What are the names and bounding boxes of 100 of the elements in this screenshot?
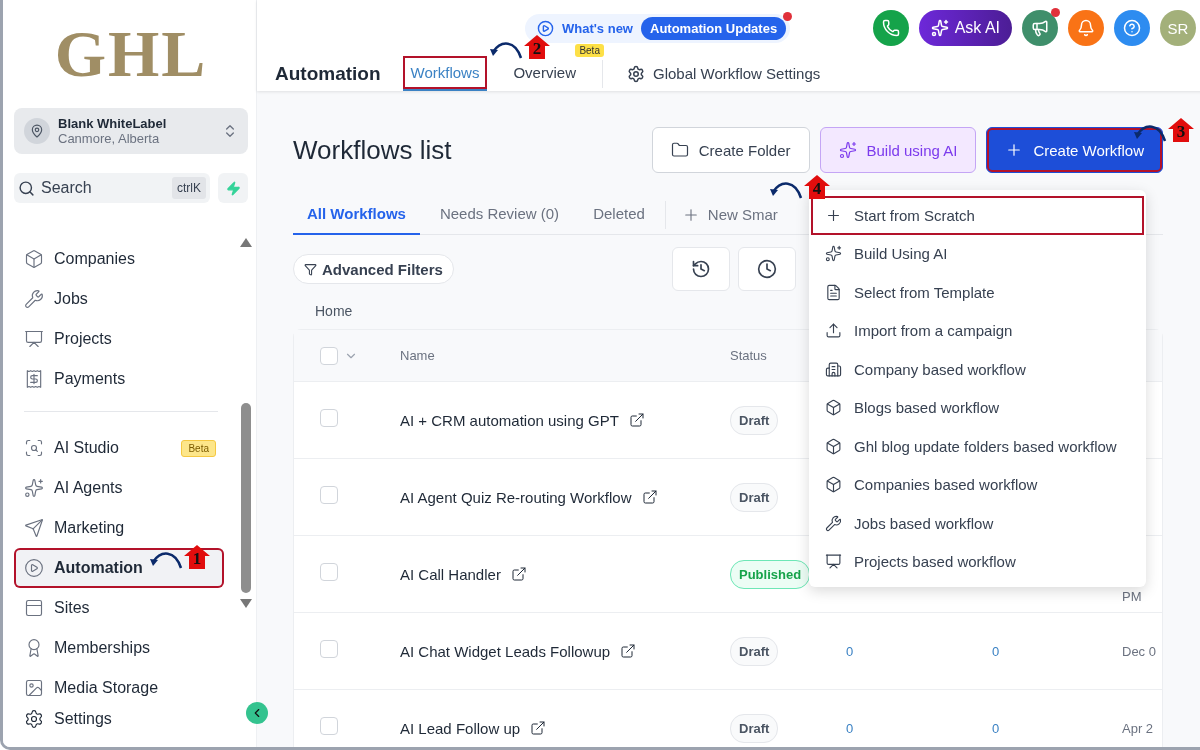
nav-icon bbox=[24, 558, 44, 578]
column-header: Status bbox=[730, 348, 768, 363]
nav-icon bbox=[24, 369, 44, 389]
filter-tab[interactable]: All Workflows bbox=[293, 194, 420, 235]
nav-item[interactable]: Projects bbox=[14, 319, 224, 359]
menu-icon bbox=[825, 283, 842, 301]
history-button[interactable] bbox=[671, 247, 730, 291]
header-icon-button[interactable] bbox=[1068, 10, 1104, 46]
workflow-name[interactable]: AI Agent Quiz Re-routing Workflow bbox=[400, 488, 632, 506]
menu-icon bbox=[825, 399, 842, 417]
action-button[interactable]: Create Folder bbox=[651, 127, 810, 173]
select-all-checkbox[interactable] bbox=[320, 346, 338, 365]
filter-tab[interactable]: Needs Review (0) bbox=[425, 194, 574, 235]
row-checkbox[interactable] bbox=[320, 640, 338, 658]
external-link-icon[interactable] bbox=[620, 643, 637, 659]
menu-icon bbox=[825, 360, 842, 378]
status-tag: Draft bbox=[730, 637, 779, 666]
nav-icon bbox=[24, 518, 44, 538]
header-icon-button[interactable] bbox=[1022, 10, 1058, 46]
lightning-icon bbox=[225, 180, 241, 196]
nav-icon bbox=[24, 289, 44, 309]
breadcrumb: Home bbox=[315, 303, 354, 319]
menu-item[interactable]: Blogs based workflow bbox=[811, 388, 1144, 427]
help-icon bbox=[1123, 19, 1141, 37]
search-field[interactable]: Search ctrlK bbox=[14, 173, 210, 203]
table-cell: 0 bbox=[846, 644, 854, 659]
action-button[interactable]: Create Workflow bbox=[986, 127, 1163, 173]
menu-item[interactable]: Import from a campaign bbox=[811, 311, 1144, 350]
workflow-name[interactable]: AI Lead Follow up bbox=[400, 719, 521, 737]
workflow-name[interactable]: AI Chat Widget Leads Followup bbox=[400, 642, 611, 660]
nav-icon bbox=[24, 438, 44, 458]
nav-item[interactable]: Companies bbox=[14, 239, 224, 279]
scrollbar-thumb[interactable] bbox=[241, 403, 251, 593]
bell-icon bbox=[1077, 19, 1095, 37]
search-placeholder: Search bbox=[41, 179, 92, 197]
workflow-name[interactable]: AI + CRM automation using GPT bbox=[400, 411, 619, 429]
page-title: Workflows list bbox=[293, 134, 453, 166]
location-icon bbox=[24, 118, 50, 144]
nav-item[interactable]: AI Agents bbox=[14, 468, 224, 508]
nav-item[interactable]: Jobs bbox=[14, 279, 224, 319]
menu-item[interactable]: Select from Template bbox=[811, 273, 1144, 312]
menu-icon bbox=[825, 514, 842, 532]
nav-item[interactable]: Media Storage bbox=[14, 668, 224, 708]
scroll-up-arrow[interactable] bbox=[240, 238, 252, 247]
menu-item[interactable]: Jobs based workflow bbox=[811, 504, 1144, 543]
settings-icon bbox=[626, 64, 645, 83]
updates-pill: Automation Updates bbox=[641, 16, 787, 40]
menu-item[interactable]: Companies based workflow bbox=[811, 465, 1144, 504]
row-checkbox[interactable] bbox=[320, 717, 338, 735]
nav-icon bbox=[24, 329, 44, 349]
table-cell: 0 bbox=[992, 721, 1000, 736]
menu-item[interactable]: Build Using AI bbox=[811, 234, 1144, 273]
menu-item[interactable]: Ghl blog update folders based workflow bbox=[811, 427, 1144, 466]
external-link-icon[interactable] bbox=[510, 566, 527, 582]
scroll-down-arrow[interactable] bbox=[240, 599, 252, 608]
collapse-button[interactable] bbox=[246, 702, 268, 724]
action-button[interactable]: Build using AI bbox=[819, 127, 977, 173]
settings-link[interactable]: Settings bbox=[14, 708, 248, 730]
tab[interactable]: Workflows bbox=[402, 56, 488, 91]
callout-marker: 1 bbox=[183, 544, 211, 570]
status-tag: Draft bbox=[730, 714, 779, 743]
advanced-filters-button[interactable]: Advanced Filters bbox=[293, 254, 454, 284]
nav-item[interactable]: Payments bbox=[14, 359, 224, 399]
callout-marker: 2 bbox=[523, 34, 551, 60]
header-icon-button[interactable] bbox=[872, 10, 909, 46]
megaphone-icon bbox=[1031, 19, 1049, 37]
header-icon-button[interactable] bbox=[1114, 10, 1150, 46]
history-icon bbox=[690, 259, 711, 279]
new-smart-list-button[interactable]: New Smar bbox=[671, 204, 784, 225]
external-link-icon[interactable] bbox=[641, 489, 658, 505]
menu-item[interactable]: Company based workflow bbox=[811, 350, 1144, 389]
row-checkbox[interactable] bbox=[320, 563, 338, 581]
workflow-name[interactable]: AI Call Handler bbox=[400, 565, 501, 583]
external-link-icon[interactable] bbox=[530, 720, 547, 736]
logo: GHL bbox=[53, 16, 209, 92]
nav-item[interactable]: AI Studio Beta bbox=[14, 428, 224, 468]
settings-icon bbox=[24, 709, 44, 729]
filter-tab[interactable]: Deleted bbox=[579, 194, 659, 235]
callout-marker: 4 bbox=[803, 174, 831, 200]
clock-button[interactable] bbox=[737, 247, 796, 291]
global-settings-link[interactable]: Global Workflow Settings bbox=[620, 63, 827, 84]
sparkle-icon bbox=[930, 19, 949, 37]
menu-item[interactable]: Projects based workflow bbox=[811, 542, 1144, 581]
folder-icon bbox=[670, 141, 689, 159]
row-checkbox[interactable] bbox=[320, 486, 338, 504]
nav-icon bbox=[24, 249, 44, 269]
account-switcher[interactable]: Blank WhiteLabel Canmore, Alberta bbox=[14, 108, 248, 154]
whats-new-banner[interactable]: What's new Automation Updates bbox=[525, 13, 791, 43]
shortcut-key: ctrlK bbox=[172, 177, 206, 199]
menu-icon bbox=[825, 553, 842, 571]
beta-badge: Beta bbox=[575, 44, 604, 57]
external-link-icon[interactable] bbox=[628, 412, 645, 428]
menu-icon bbox=[825, 476, 842, 494]
nav-item[interactable]: Memberships bbox=[14, 628, 224, 668]
nav-icon bbox=[24, 598, 44, 618]
row-checkbox[interactable] bbox=[320, 409, 338, 427]
ask-ai-button[interactable]: Ask AI bbox=[918, 10, 1012, 46]
nav-item[interactable]: Sites bbox=[14, 588, 224, 628]
sparkle-icon bbox=[838, 141, 857, 159]
date-cell: Apr 2 bbox=[1122, 721, 1154, 736]
